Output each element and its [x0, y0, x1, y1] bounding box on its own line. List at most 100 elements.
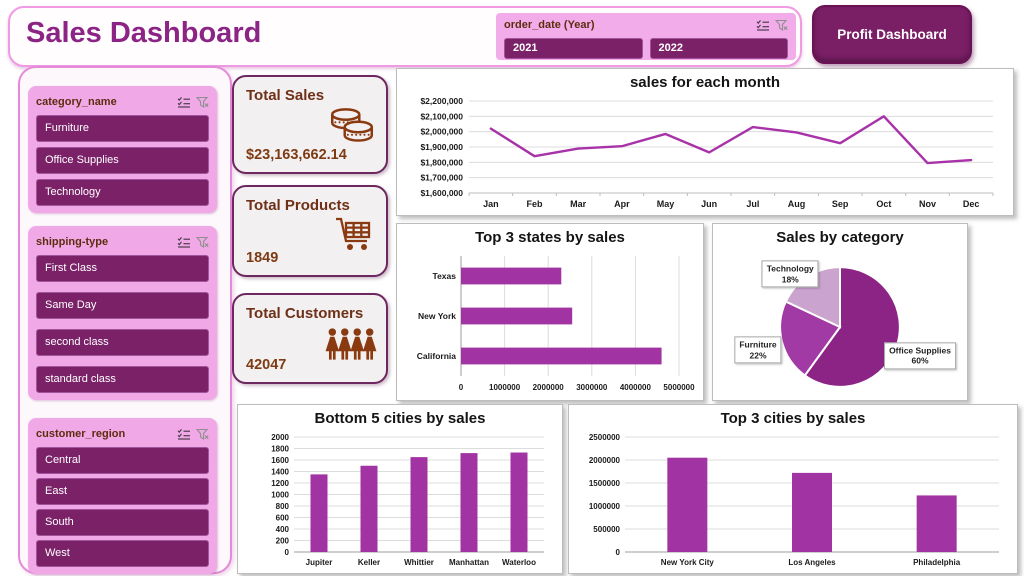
chart-title: Bottom 5 cities by sales: [314, 410, 486, 427]
cart-icon: [330, 214, 378, 261]
sales-dashboard: Sales Dashboard order_date (Year) 2021 202…: [0, 0, 1024, 576]
slicer-item-same-day[interactable]: Same Day: [36, 292, 209, 319]
svg-text:Nov: Nov: [919, 199, 936, 209]
svg-text:1000000: 1000000: [589, 502, 621, 511]
slicer-item-second-class[interactable]: second class: [36, 329, 209, 356]
svg-text:800: 800: [276, 502, 290, 511]
svg-text:Apr: Apr: [614, 199, 630, 209]
svg-text:$1,700,000: $1,700,000: [420, 173, 463, 183]
slicer-icons: [177, 236, 209, 249]
kpi-total-sales: Total Sales $23,163,662.14: [232, 75, 388, 174]
multi-select-icon[interactable]: [177, 428, 191, 440]
svg-text:3000000: 3000000: [576, 383, 608, 392]
clear-filter-icon[interactable]: [196, 96, 209, 109]
kpi-value: 1849: [246, 250, 279, 266]
category-name-slicer: category_name Furniture Office Supplies Tec…: [28, 86, 217, 213]
profit-dashboard-button[interactable]: Profit Dashboard: [812, 5, 972, 64]
kpi-label: Total Sales: [246, 87, 325, 104]
svg-text:1400: 1400: [271, 468, 289, 477]
header-bar: Sales Dashboard order_date (Year) 2021 202…: [8, 6, 802, 67]
chart-title: Top 3 states by sales: [475, 229, 625, 246]
chart-title: Top 3 cities by sales: [720, 410, 866, 427]
people-icon: [324, 325, 378, 368]
clear-filter-icon[interactable]: [775, 19, 788, 32]
svg-text:$1,600,000: $1,600,000: [420, 188, 463, 198]
svg-text:2500000: 2500000: [589, 433, 621, 442]
shipping-type-slicer: shipping-type First Class Same Day second c…: [28, 226, 217, 400]
svg-text:Mar: Mar: [570, 199, 587, 209]
svg-text:New York: New York: [418, 311, 456, 321]
svg-text:2000: 2000: [271, 433, 289, 442]
svg-text:New York City: New York City: [661, 558, 715, 567]
clear-filter-icon[interactable]: [196, 428, 209, 441]
page-title: Sales Dashboard: [26, 17, 262, 49]
svg-text:0: 0: [616, 548, 621, 557]
svg-text:Jupiter: Jupiter: [306, 558, 333, 567]
slicer-item-east[interactable]: East: [36, 478, 209, 505]
slicer-icons: [177, 428, 209, 441]
sales-by-category-pie-chart: Office Supplies 60% Furniture 22% Technology…: [718, 250, 962, 396]
kpi-total-products: Total Products 1849: [232, 185, 388, 277]
order-date-year-slicer: order_date (Year) 2021 2022: [496, 13, 796, 60]
kpi-value: 42047: [246, 357, 287, 373]
svg-text:Texas: Texas: [433, 271, 457, 281]
slicer-icons: [756, 19, 788, 32]
kpi-label: Total Customers: [246, 305, 364, 322]
slicer-item-south[interactable]: South: [36, 509, 209, 536]
pie-data-label: Office Supplies 60%: [884, 342, 956, 370]
slicer-item-first-class[interactable]: First Class: [36, 255, 209, 282]
svg-text:Jan: Jan: [483, 199, 499, 209]
svg-text:Feb: Feb: [526, 199, 543, 209]
filter-sidebar: category_name Furniture Office Supplies Tec…: [18, 66, 232, 574]
slicer-title: customer_region: [36, 428, 126, 440]
svg-text:2000000: 2000000: [589, 456, 621, 465]
svg-text:Manhattan: Manhattan: [449, 558, 489, 567]
slicer-title: shipping-type: [36, 236, 109, 248]
slicer-item-standard-class[interactable]: standard class: [36, 366, 209, 393]
svg-text:$2,100,000: $2,100,000: [420, 111, 463, 121]
clear-filter-icon[interactable]: [196, 236, 209, 249]
svg-text:500000: 500000: [593, 525, 620, 534]
multi-select-icon[interactable]: [177, 236, 191, 248]
svg-text:1600: 1600: [271, 456, 289, 465]
svg-text:Waterloo: Waterloo: [502, 558, 536, 567]
multi-select-icon[interactable]: [756, 19, 770, 31]
svg-text:Aug: Aug: [788, 199, 806, 209]
chart-title: Sales by category: [776, 229, 904, 246]
pie-data-label: Furniture 22%: [734, 336, 782, 364]
top-cities-bar-chart: 0 500000 1000000 1500000 2000000 2500000 New Y…: [575, 431, 1011, 569]
slicer-item-2022[interactable]: 2022: [649, 38, 788, 59]
monthly-sales-line-chart: $1,600,000 $1,700,000 $1,800,000 $1,900,000…: [403, 95, 1007, 211]
svg-text:Jun: Jun: [701, 199, 717, 209]
monthly-sales-panel: sales for each month $1,600,000 $1,700,00…: [396, 68, 1014, 216]
svg-text:4000000: 4000000: [620, 383, 652, 392]
multi-select-icon[interactable]: [177, 96, 191, 108]
bottom-cities-panel: Bottom 5 cities by sales 0 200 400 600 800 10…: [237, 404, 563, 574]
slicer-item-technology[interactable]: Technology: [36, 179, 209, 206]
slicer-title: category_name: [36, 96, 117, 108]
svg-text:Los Angeles: Los Angeles: [788, 558, 836, 567]
svg-text:Dec: Dec: [963, 199, 980, 209]
svg-text:Jul: Jul: [746, 199, 759, 209]
pie-data-label: Technology 18%: [761, 260, 819, 288]
slicer-item-west[interactable]: West: [36, 540, 209, 567]
slicer-item-central[interactable]: Central: [36, 447, 209, 474]
svg-text:200: 200: [276, 537, 290, 546]
svg-text:$1,900,000: $1,900,000: [420, 142, 463, 152]
top-states-panel: Top 3 states by sales 0 1000000 2000000 300…: [396, 223, 704, 401]
svg-text:1500000: 1500000: [589, 479, 621, 488]
sales-by-category-panel: Sales by category Office Supplies 60% Furn…: [712, 223, 968, 401]
slicer-title: order_date (Year): [504, 19, 595, 31]
svg-text:California: California: [417, 351, 456, 361]
svg-text:1000000: 1000000: [489, 383, 521, 392]
svg-text:$1,800,000: $1,800,000: [420, 157, 463, 167]
slicer-item-furniture[interactable]: Furniture: [36, 115, 209, 142]
svg-text:Oct: Oct: [876, 199, 891, 209]
kpi-label: Total Products: [246, 197, 350, 214]
kpi-value: $23,163,662.14: [246, 147, 347, 163]
slicer-item-2021[interactable]: 2021: [504, 38, 643, 59]
chart-title: sales for each month: [629, 74, 781, 91]
svg-text:$2,000,000: $2,000,000: [420, 127, 463, 137]
svg-text:Whittier: Whittier: [404, 558, 434, 567]
slicer-item-office-supplies[interactable]: Office Supplies: [36, 147, 209, 174]
